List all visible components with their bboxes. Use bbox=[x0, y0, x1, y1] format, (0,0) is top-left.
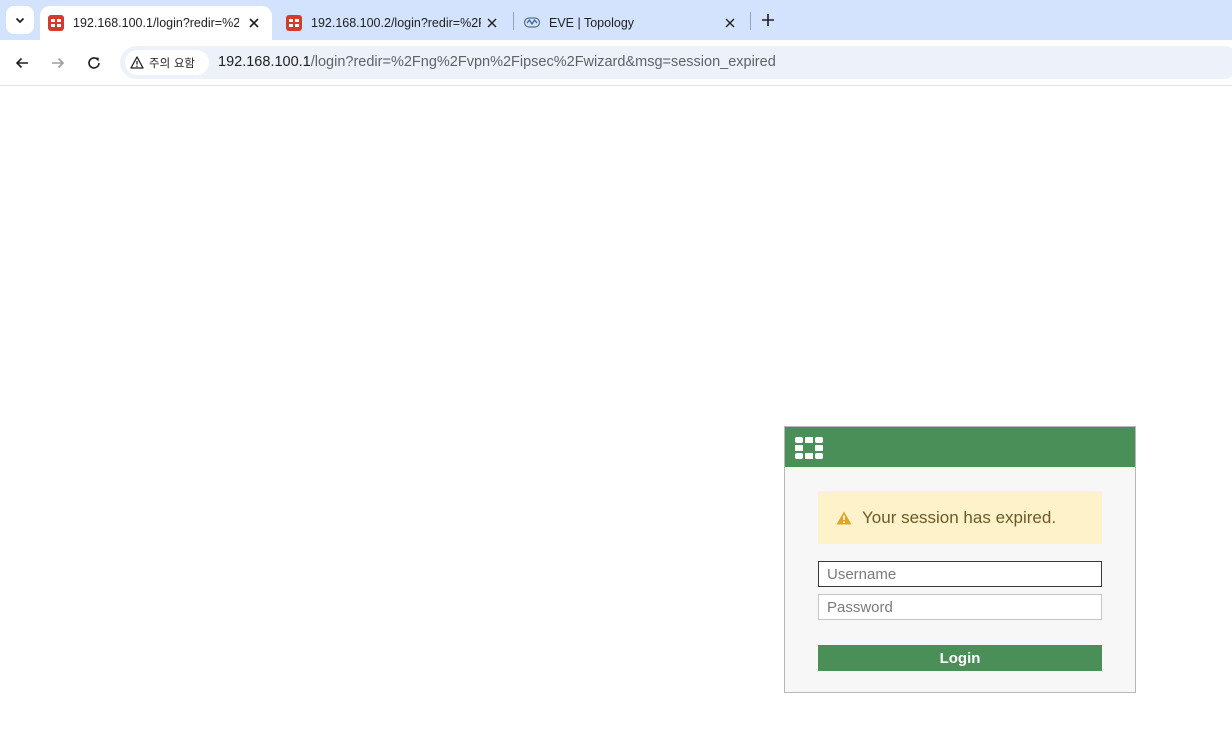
password-field[interactable] bbox=[818, 594, 1102, 620]
browser-tab-1[interactable]: 192.168.100.1/login?redir=%2F bbox=[40, 6, 272, 40]
address-bar[interactable]: 주의 요함 192.168.100.1/login?redir=%2Fng%2F… bbox=[120, 46, 1232, 79]
alert-message: Your session has expired. bbox=[862, 507, 1057, 527]
session-expired-alert: Your session has expired. bbox=[818, 491, 1102, 544]
tab-search-button[interactable] bbox=[6, 6, 34, 34]
warning-icon bbox=[836, 511, 852, 524]
warning-triangle-icon bbox=[130, 56, 144, 69]
fortinet-favicon-icon bbox=[286, 15, 302, 31]
arrow-right-icon bbox=[52, 57, 65, 69]
new-tab-button[interactable] bbox=[756, 8, 780, 32]
plus-icon bbox=[762, 14, 774, 26]
security-chip-label: 주의 요함 bbox=[149, 55, 195, 70]
fortinet-favicon-icon bbox=[48, 15, 64, 31]
login-panel: Your session has expired. Login bbox=[784, 426, 1136, 693]
tab-title: 192.168.100.1/login?redir=%2F bbox=[73, 16, 239, 30]
username-field[interactable] bbox=[818, 561, 1102, 587]
tab-separator bbox=[513, 12, 514, 30]
back-button[interactable] bbox=[9, 50, 35, 76]
url-path: /login?redir=%2Fng%2Fvpn%2Fipsec%2Fwizar… bbox=[310, 54, 776, 70]
close-tab-icon[interactable] bbox=[484, 15, 500, 31]
eve-favicon-icon bbox=[524, 17, 540, 28]
url-text[interactable]: 192.168.100.1/login?redir=%2Fng%2Fvpn%2F… bbox=[218, 54, 776, 70]
security-warning-chip[interactable]: 주의 요함 bbox=[125, 50, 209, 75]
login-header bbox=[785, 427, 1135, 467]
reload-icon bbox=[88, 57, 100, 69]
forward-button[interactable] bbox=[45, 50, 71, 76]
browser-toolbar: 주의 요함 192.168.100.1/login?redir=%2Fng%2F… bbox=[0, 40, 1232, 86]
login-button[interactable]: Login bbox=[818, 645, 1102, 671]
tab-title: EVE | Topology bbox=[549, 16, 635, 30]
tab-separator bbox=[750, 12, 751, 30]
browser-tab-strip: 192.168.100.1/login?redir=%2F 192.168.10… bbox=[0, 0, 1232, 40]
url-host: 192.168.100.1 bbox=[218, 54, 311, 70]
close-tab-icon[interactable] bbox=[722, 15, 738, 31]
tab-title: 192.168.100.2/login?redir=%2F bbox=[311, 16, 481, 30]
arrow-left-icon bbox=[15, 57, 28, 69]
close-tab-icon[interactable] bbox=[246, 15, 262, 31]
fortinet-logo-icon bbox=[795, 437, 823, 459]
chevron-down-icon bbox=[15, 17, 25, 24]
browser-tab-2[interactable]: 192.168.100.2/login?redir=%2F bbox=[278, 6, 510, 40]
browser-tab-3[interactable]: EVE | Topology bbox=[516, 6, 748, 40]
reload-button[interactable] bbox=[81, 50, 107, 76]
